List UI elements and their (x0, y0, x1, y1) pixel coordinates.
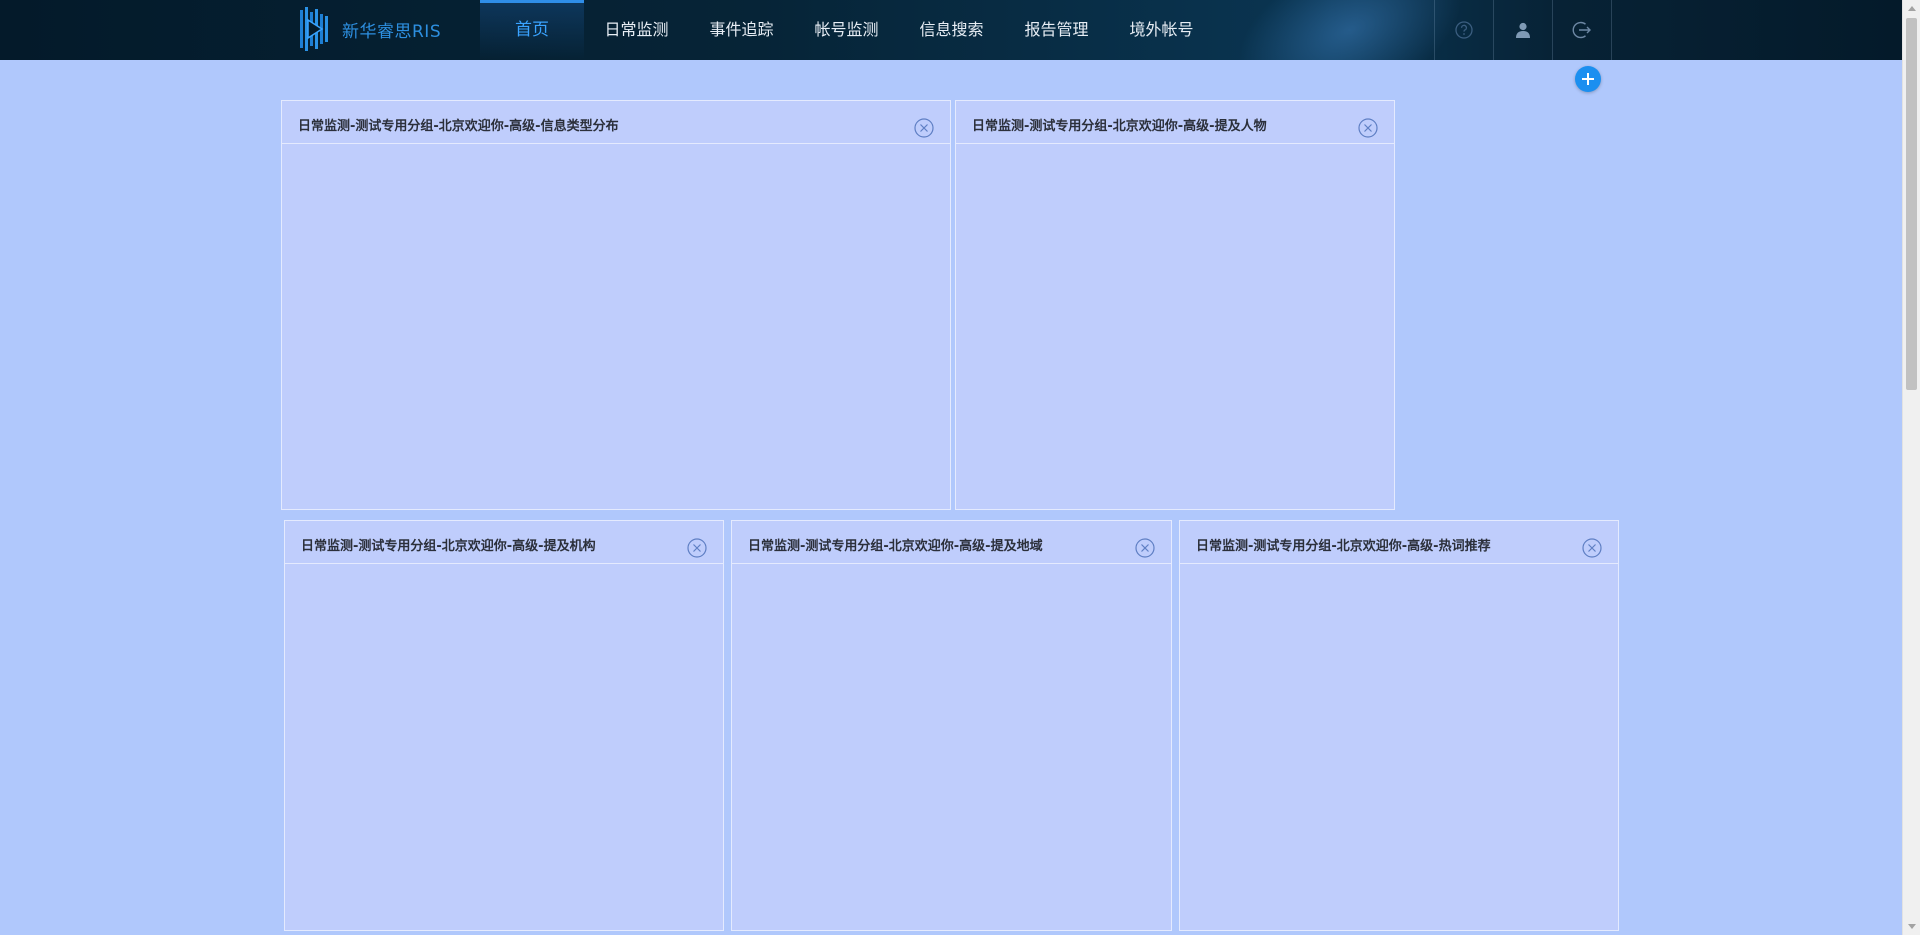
help-icon (1455, 21, 1473, 39)
logout-button[interactable] (1552, 0, 1612, 60)
nav-item-event-tracking[interactable]: 事件追踪 (689, 0, 794, 60)
panel-title: 日常监测-测试专用分组-北京欢迎你-高级-提及人物 (972, 119, 1267, 134)
scroll-down-arrow-icon[interactable] (1903, 918, 1920, 935)
panel-title: 日常监测-测试专用分组-北京欢迎你-高级-热词推荐 (1196, 539, 1491, 554)
header-tools (1434, 0, 1612, 60)
close-icon[interactable] (914, 118, 934, 138)
logout-icon (1572, 21, 1591, 39)
nav-item-daily-monitoring[interactable]: 日常监测 (584, 0, 689, 60)
widget-panel-hot-words: 日常监测-测试专用分组-北京欢迎你-高级-热词推荐 (1179, 520, 1619, 931)
nav-item-home[interactable]: 首页 (480, 0, 584, 60)
nav-item-label: 报告管理 (1024, 20, 1089, 39)
user-button[interactable] (1493, 0, 1552, 60)
nav-item-report-management[interactable]: 报告管理 (1004, 0, 1109, 60)
app-logo[interactable]: 新华睿思RIS (298, 6, 441, 52)
logo-text: 新华睿思RIS (342, 21, 442, 42)
panel-title: 日常监测-测试专用分组-北京欢迎你-高级-提及机构 (301, 539, 596, 554)
widget-panel-mentioned-regions: 日常监测-测试专用分组-北京欢迎你-高级-提及地域 (731, 520, 1172, 931)
close-icon[interactable] (1135, 538, 1155, 558)
panel-header: 日常监测-测试专用分组-北京欢迎你-高级-提及人物 (956, 101, 1394, 144)
user-icon (1516, 22, 1530, 38)
scrollbar-thumb[interactable] (1906, 18, 1917, 390)
add-widget-button[interactable] (1575, 66, 1601, 92)
panel-title: 日常监测-测试专用分组-北京欢迎你-高级-信息类型分布 (298, 119, 619, 134)
nav-item-label: 境外帐号 (1129, 20, 1194, 39)
close-icon[interactable] (687, 538, 707, 558)
close-icon[interactable] (1582, 538, 1602, 558)
widget-panel-mentioned-persons: 日常监测-测试专用分组-北京欢迎你-高级-提及人物 (955, 100, 1395, 510)
vertical-scrollbar[interactable] (1902, 0, 1920, 935)
main-nav: 首页 日常监测 事件追踪 帐号监测 信息搜索 报告管理 境外帐号 (480, 0, 1214, 60)
nav-item-overseas-accounts[interactable]: 境外帐号 (1109, 0, 1214, 60)
nav-item-label: 日常监测 (604, 20, 669, 39)
scroll-up-arrow-icon[interactable] (1903, 0, 1920, 17)
help-button[interactable] (1434, 0, 1493, 60)
panel-header: 日常监测-测试专用分组-北京欢迎你-高级-信息类型分布 (282, 101, 950, 144)
nav-item-label: 帐号监测 (814, 20, 879, 39)
panel-header: 日常监测-测试专用分组-北京欢迎你-高级-热词推荐 (1180, 521, 1618, 564)
widget-panel-mentioned-organizations: 日常监测-测试专用分组-北京欢迎你-高级-提及机构 (284, 520, 724, 931)
panel-header: 日常监测-测试专用分组-北京欢迎你-高级-提及地域 (732, 521, 1171, 564)
nav-item-info-search[interactable]: 信息搜索 (899, 0, 1004, 60)
top-navigation-bar: 新华睿思RIS 首页 日常监测 事件追踪 帐号监测 信息搜索 报告管理 境外帐号 (0, 0, 1902, 60)
nav-item-label: 事件追踪 (709, 20, 774, 39)
panel-header: 日常监测-测试专用分组-北京欢迎你-高级-提及机构 (285, 521, 723, 564)
panel-title: 日常监测-测试专用分组-北京欢迎你-高级-提及地域 (748, 539, 1043, 554)
close-icon[interactable] (1358, 118, 1378, 138)
logo-mark-icon (300, 7, 328, 51)
nav-item-label: 首页 (515, 20, 549, 40)
nav-item-account-monitoring[interactable]: 帐号监测 (794, 0, 899, 60)
widget-panel-info-type-distribution: 日常监测-测试专用分组-北京欢迎你-高级-信息类型分布 (281, 100, 951, 510)
plus-icon (1582, 73, 1594, 85)
nav-item-label: 信息搜索 (919, 20, 984, 39)
